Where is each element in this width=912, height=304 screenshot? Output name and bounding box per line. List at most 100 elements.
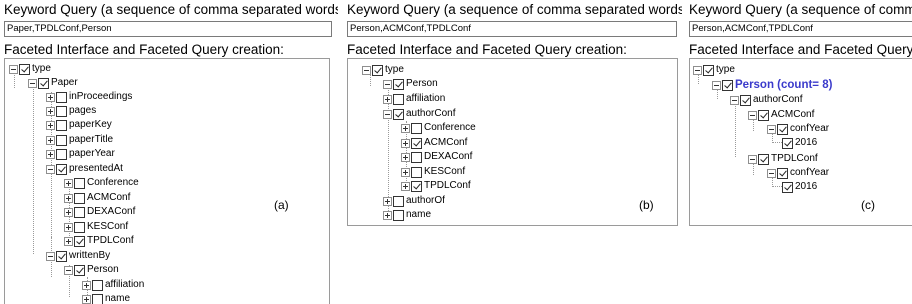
expand-icon[interactable] xyxy=(401,123,410,133)
tree-node[interactable]: name xyxy=(82,292,130,304)
checkbox[interactable] xyxy=(56,105,67,117)
tree-node[interactable]: TPDLConf xyxy=(748,152,818,166)
checkbox[interactable] xyxy=(393,195,404,207)
checkbox[interactable] xyxy=(56,91,67,103)
checkbox[interactable] xyxy=(372,64,383,76)
collapse-icon[interactable] xyxy=(383,79,392,89)
expand-icon[interactable] xyxy=(64,207,73,217)
checkbox[interactable] xyxy=(38,77,49,89)
checkbox[interactable] xyxy=(393,209,404,221)
tree-node[interactable]: KESConf xyxy=(401,165,465,179)
tree-node[interactable]: TPDLConf xyxy=(401,179,471,193)
collapse-icon[interactable] xyxy=(28,78,37,88)
tree-node[interactable]: paperKey xyxy=(46,118,112,132)
expand-icon[interactable] xyxy=(46,120,55,130)
checkbox[interactable] xyxy=(758,109,769,121)
checkbox[interactable] xyxy=(777,167,788,179)
tree-node[interactable]: type xyxy=(352,63,404,77)
collapse-icon[interactable] xyxy=(748,154,757,164)
expand-icon[interactable] xyxy=(82,280,91,290)
checkbox[interactable] xyxy=(393,93,404,105)
expand-icon[interactable] xyxy=(46,149,55,159)
checkbox[interactable] xyxy=(411,180,422,192)
checkbox[interactable] xyxy=(56,134,67,146)
checkbox[interactable] xyxy=(74,192,85,204)
checkbox[interactable] xyxy=(411,166,422,178)
expand-icon[interactable] xyxy=(401,167,410,177)
tree-node[interactable]: DEXAConf xyxy=(401,150,472,164)
tree-node[interactable]: Person xyxy=(64,263,119,277)
expand-icon[interactable] xyxy=(383,94,392,104)
keyword-query-input[interactable]: Paper,TPDLConf,Person xyxy=(4,21,332,37)
checkbox[interactable] xyxy=(411,122,422,134)
tree-node[interactable]: confYear xyxy=(767,166,829,180)
tree-node[interactable]: KESConf xyxy=(64,220,128,234)
checkbox[interactable] xyxy=(740,94,751,106)
tree-node[interactable]: Person xyxy=(383,77,438,91)
collapse-icon[interactable] xyxy=(767,168,776,178)
tree-node[interactable]: authorConf xyxy=(383,107,455,121)
keyword-query-input[interactable]: Person,ACMConf,TPDLConf xyxy=(689,21,912,37)
collapse-icon[interactable] xyxy=(748,110,757,120)
expand-icon[interactable] xyxy=(401,181,410,191)
checkbox[interactable] xyxy=(393,108,404,120)
tree-node[interactable]: 2016 xyxy=(782,136,817,150)
tree-node[interactable]: confYear xyxy=(767,122,829,136)
keyword-query-input[interactable]: Person,ACMConf,TPDLConf xyxy=(347,21,677,37)
collapse-icon[interactable] xyxy=(46,164,55,174)
checkbox[interactable] xyxy=(92,293,103,304)
tree-node[interactable]: writtenBy xyxy=(46,249,110,263)
collapse-icon[interactable] xyxy=(693,65,702,75)
tree-node[interactable]: authorOf xyxy=(383,194,445,208)
checkbox[interactable] xyxy=(19,63,30,75)
tree-node[interactable]: Conference xyxy=(401,121,476,135)
tree-node[interactable]: name xyxy=(383,208,431,222)
collapse-icon[interactable] xyxy=(383,109,392,119)
expand-icon[interactable] xyxy=(46,106,55,116)
checkbox[interactable] xyxy=(782,181,793,193)
tree-node[interactable]: Paper xyxy=(28,76,78,90)
checkbox[interactable] xyxy=(777,123,788,135)
checkbox[interactable] xyxy=(56,148,67,160)
collapse-icon[interactable] xyxy=(64,265,73,275)
tree-node[interactable]: type xyxy=(9,62,51,76)
collapse-icon[interactable] xyxy=(712,80,721,90)
checkbox[interactable] xyxy=(782,137,793,149)
tree-node[interactable]: authorConf xyxy=(730,93,802,107)
checkbox[interactable] xyxy=(758,153,769,165)
tree-node[interactable]: 2016 xyxy=(782,180,817,194)
expand-icon[interactable] xyxy=(401,138,410,148)
expand-icon[interactable] xyxy=(46,135,55,145)
checkbox[interactable] xyxy=(56,163,67,175)
collapse-icon[interactable] xyxy=(767,124,776,134)
checkbox[interactable] xyxy=(56,119,67,131)
tree-node[interactable]: DEXAConf xyxy=(64,205,135,219)
checkbox[interactable] xyxy=(56,250,67,262)
tree-node[interactable]: type xyxy=(693,63,735,77)
expand-icon[interactable] xyxy=(64,193,73,203)
checkbox[interactable] xyxy=(74,177,85,189)
expand-icon[interactable] xyxy=(401,152,410,162)
checkbox[interactable] xyxy=(411,151,422,163)
checkbox[interactable] xyxy=(74,206,85,218)
checkbox[interactable] xyxy=(74,264,85,276)
tree-node[interactable]: paperYear xyxy=(46,147,115,161)
tree-node[interactable]: pages xyxy=(46,104,96,118)
expand-icon[interactable] xyxy=(383,210,392,220)
expand-icon[interactable] xyxy=(383,196,392,206)
tree-node[interactable]: TPDLConf xyxy=(64,234,134,248)
checkbox[interactable] xyxy=(74,221,85,233)
collapse-icon[interactable] xyxy=(46,251,55,261)
collapse-icon[interactable] xyxy=(362,65,371,75)
checkbox[interactable] xyxy=(92,279,103,291)
checkbox[interactable] xyxy=(74,235,85,247)
expand-icon[interactable] xyxy=(64,222,73,232)
tree-node[interactable]: paperTitle xyxy=(46,133,113,147)
collapse-icon[interactable] xyxy=(9,64,18,74)
expand-icon[interactable] xyxy=(82,294,91,304)
tree-node[interactable]: ACMConf xyxy=(401,136,467,150)
tree-node[interactable]: presentedAt xyxy=(46,162,123,176)
tree-node[interactable]: ACMConf xyxy=(64,191,130,205)
checkbox[interactable] xyxy=(703,64,714,76)
expand-icon[interactable] xyxy=(64,178,73,188)
